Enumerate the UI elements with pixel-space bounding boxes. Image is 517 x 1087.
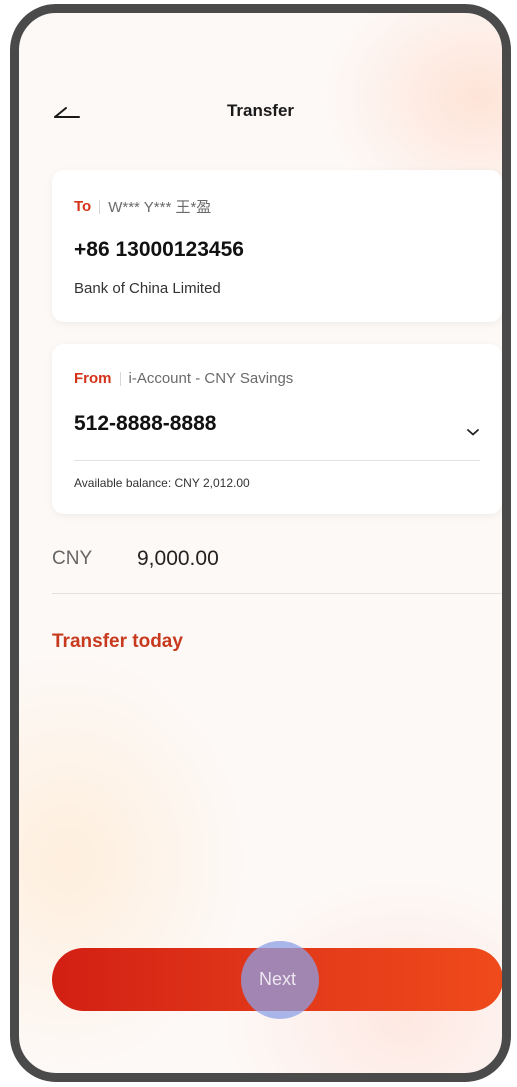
- account-dropdown-button[interactable]: [466, 424, 480, 436]
- from-label: From: [74, 370, 112, 387]
- amount-row: CNY: [52, 544, 502, 574]
- separator: [119, 371, 121, 386]
- amount-divider: [52, 593, 502, 594]
- transfer-date-option[interactable]: Transfer today: [52, 631, 183, 653]
- recipient-bank-name: Bank of China Limited: [74, 280, 221, 297]
- available-balance: Available balance: CNY 2,012.00: [74, 476, 250, 490]
- recipient-header: To W*** Y*** 王*盈: [74, 196, 211, 217]
- recipient-card: To W*** Y*** 王*盈 +86 13000123456 Bank of…: [52, 170, 502, 322]
- card-divider: [74, 460, 480, 461]
- recipient-name: W*** Y*** 王*盈: [108, 199, 212, 216]
- account-number: 512-8888-8888: [74, 412, 217, 435]
- amount-input[interactable]: [137, 547, 437, 571]
- recipient-phone-number: +86 13000123456: [74, 238, 244, 261]
- account-type: i-Account - CNY Savings: [128, 370, 294, 387]
- page-title: Transfer: [226, 101, 295, 120]
- chevron-down-icon: [467, 429, 479, 436]
- source-account-header: From i-Account - CNY Savings: [74, 370, 293, 387]
- source-account-card[interactable]: From i-Account - CNY Savings 512-8888-88…: [52, 344, 502, 514]
- separator: [99, 199, 101, 214]
- to-label: To: [74, 198, 92, 215]
- amount-currency: CNY: [52, 548, 93, 569]
- next-button[interactable]: [52, 948, 502, 1011]
- phone-frame: Transfer To W*** Y*** 王*盈 +86 1300012345…: [10, 4, 511, 1082]
